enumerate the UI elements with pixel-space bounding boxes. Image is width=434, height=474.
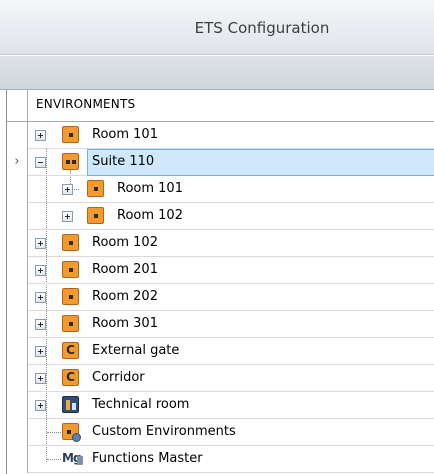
collapse-icon[interactable] (35, 157, 46, 168)
tree-row-room-101[interactable]: Room 101 (7, 122, 434, 149)
room-icon (62, 315, 79, 332)
tree-row-label: Room 301 (92, 316, 158, 331)
tree-row-label: Room 102 (92, 235, 158, 250)
functions-master-icon: Mg (62, 450, 83, 467)
row-selector-header (7, 90, 28, 122)
custom-environment-icon (62, 423, 81, 442)
title-bar: ETS Configuration (0, 0, 434, 55)
expand-icon[interactable] (62, 184, 73, 195)
tree-row-technical-room[interactable]: Technical room (7, 392, 434, 419)
tree-row-suite-room-101[interactable]: Room 101 (7, 176, 434, 203)
room-icon (62, 126, 79, 143)
tree-row-label: Custom Environments (92, 424, 236, 439)
expand-icon[interactable] (35, 238, 46, 249)
room-icon (87, 207, 104, 224)
tree-row-label: Room 202 (92, 289, 158, 304)
tree-row-external-gate[interactable]: C External gate (7, 338, 434, 365)
row-selector[interactable] (7, 122, 28, 149)
room-icon (87, 180, 104, 197)
tree-row-room-301[interactable]: Room 301 (7, 311, 434, 338)
tree-row-label: Functions Master (92, 451, 203, 466)
row-selector[interactable] (7, 338, 28, 365)
tree-row-room-202[interactable]: Room 202 (7, 284, 434, 311)
tree-row-label: Room 101 (117, 181, 183, 196)
environments-tree-grid: ENVIRONMENTS Room 101 › Suite 110 Room 1… (6, 90, 434, 474)
current-row-indicator[interactable]: › (7, 149, 28, 176)
tree-row-custom-environments[interactable]: Custom Environments (7, 419, 434, 446)
suite-icon (62, 153, 79, 170)
row-selector[interactable] (7, 446, 28, 473)
window-title: ETS Configuration (194, 19, 330, 37)
expand-icon[interactable] (35, 265, 46, 276)
tree-row-suite-room-102[interactable]: Room 102 (7, 203, 434, 230)
row-selector[interactable] (7, 311, 28, 338)
expand-icon[interactable] (35, 130, 46, 141)
column-header-environments[interactable]: ENVIRONMENTS (36, 97, 135, 111)
tree-row-room-201[interactable]: Room 201 (7, 257, 434, 284)
tree-row-functions-master[interactable]: Mg Functions Master (7, 446, 434, 473)
room-icon (62, 288, 79, 305)
row-selector[interactable] (7, 176, 28, 203)
row-selector[interactable] (7, 257, 28, 284)
expand-icon[interactable] (35, 400, 46, 411)
room-icon (62, 234, 79, 251)
common-area-icon: C (62, 369, 79, 386)
expand-icon[interactable] (35, 373, 46, 384)
expand-icon[interactable] (35, 292, 46, 303)
toolbar (0, 56, 434, 90)
tree-row-label: Room 101 (92, 127, 158, 142)
tree-row-suite-110[interactable]: › Suite 110 (7, 149, 434, 176)
tree-row-corridor[interactable]: C Corridor (7, 365, 434, 392)
expand-icon[interactable] (62, 211, 73, 222)
row-selector[interactable] (7, 284, 28, 311)
tree-row-label: Technical room (92, 397, 190, 412)
tree-row-label: Corridor (92, 370, 145, 385)
row-selector[interactable] (7, 392, 28, 419)
expand-icon[interactable] (35, 346, 46, 357)
room-icon (62, 261, 79, 278)
row-selector[interactable] (7, 365, 28, 392)
row-selector[interactable] (7, 203, 28, 230)
tree-row-label: External gate (92, 343, 180, 358)
tree-row-label: Room 102 (117, 208, 183, 223)
row-selector[interactable] (7, 419, 28, 446)
expand-icon[interactable] (35, 319, 46, 330)
technical-room-icon (62, 396, 79, 413)
tree-row-label: Suite 110 (92, 154, 155, 169)
row-selector[interactable] (7, 230, 28, 257)
tree-row-room-102[interactable]: Room 102 (7, 230, 434, 257)
column-header-row: ENVIRONMENTS (7, 90, 434, 122)
common-area-icon: C (62, 342, 79, 359)
tree-row-label: Room 201 (92, 262, 158, 277)
